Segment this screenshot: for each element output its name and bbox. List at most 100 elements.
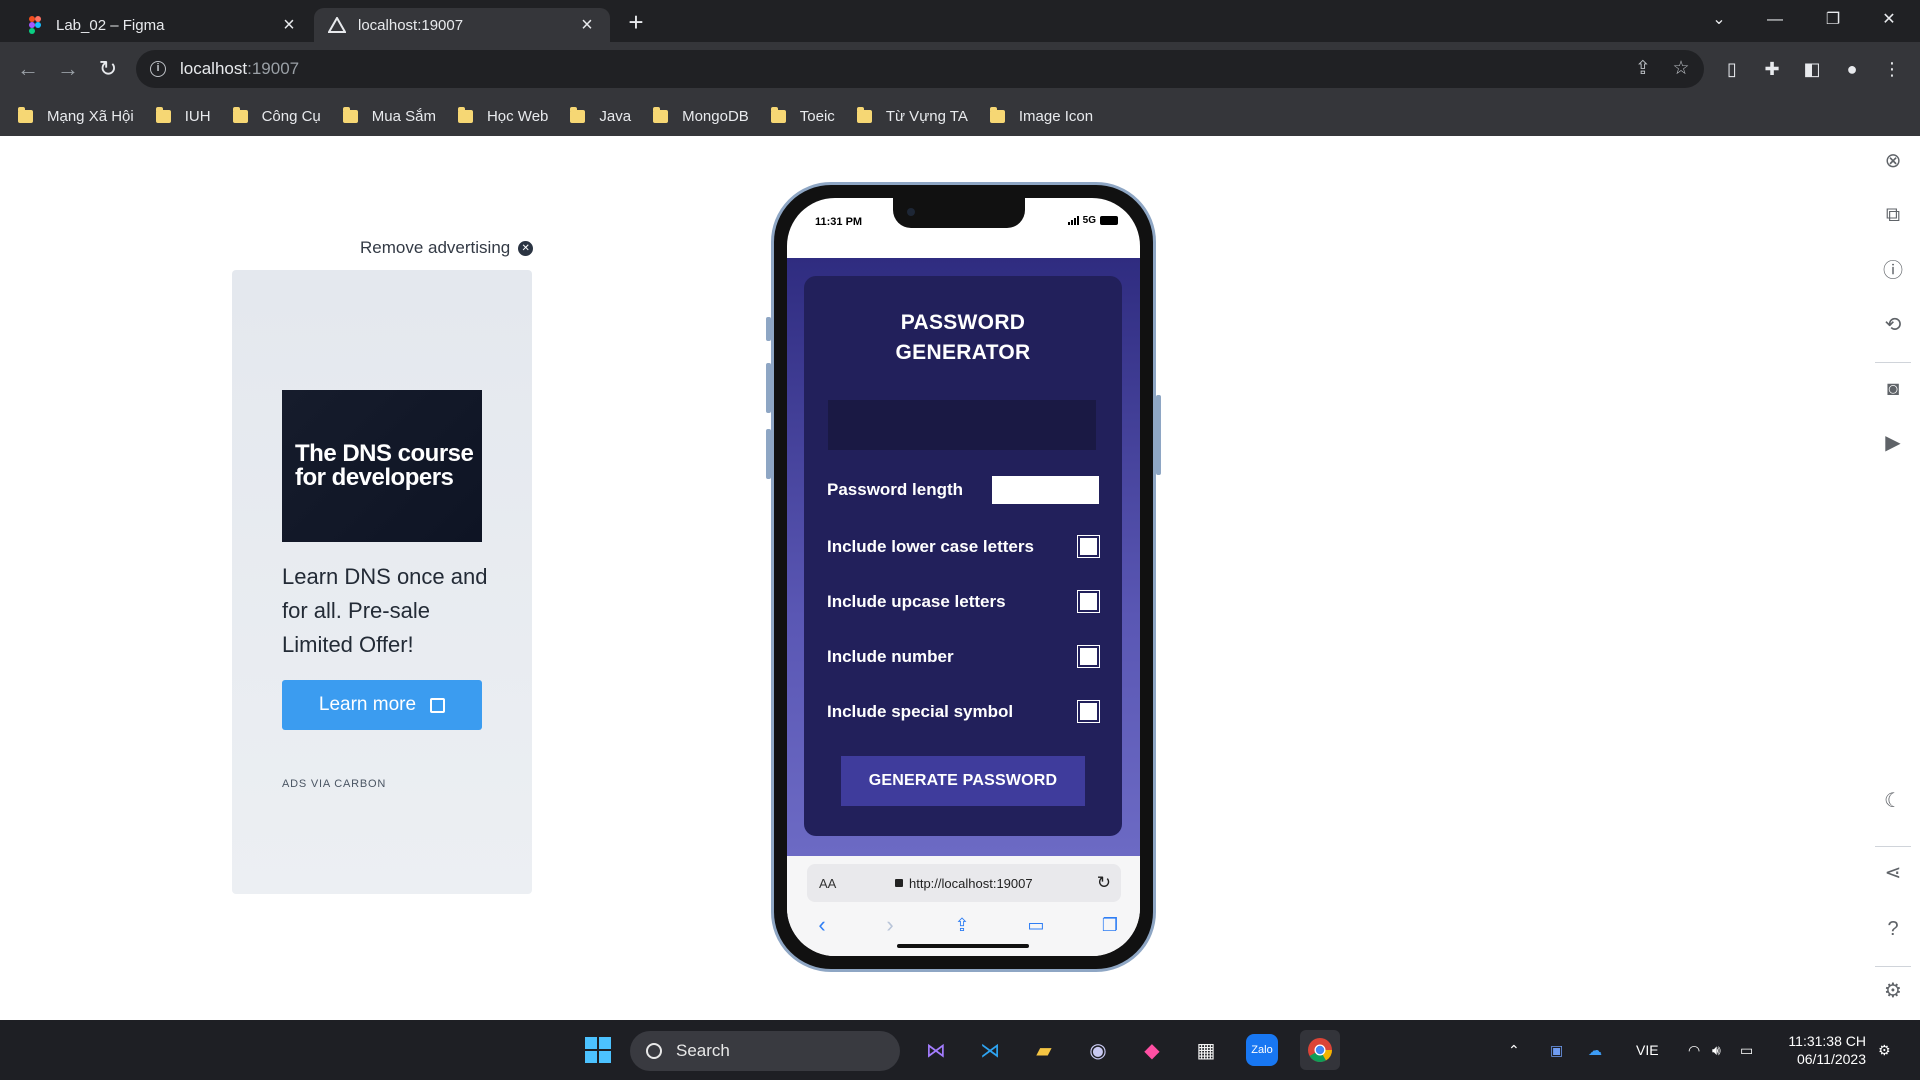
tab-localhost[interactable]: localhost:19007 × <box>314 8 610 42</box>
phone-side-button <box>1156 395 1161 475</box>
device-toolbar-icon[interactable]: ▯ <box>1716 53 1748 85</box>
onedrive-icon[interactable]: ☁ <box>1588 1020 1602 1080</box>
visual-studio-icon[interactable]: ⋈ <box>916 1030 956 1070</box>
taskbar: Search ⋈ ⋊ ▰ ◉ ◆ ▦ Zalo ⌃ ▣ ☁ VIE ◠ 🔊︎ ▭… <box>0 1020 1920 1080</box>
password-length-row: Password length <box>827 476 1099 504</box>
app-background: PASSWORD GENERATOR Password length Inclu… <box>787 258 1140 856</box>
reload-button[interactable]: ↻ <box>92 53 124 85</box>
tabs-icon[interactable]: ❐ <box>1095 910 1125 940</box>
phone-frame: 11:31 PM 5G PASSWORD GENERATOR Password … <box>766 182 1161 972</box>
notification-icon[interactable]: ⚙ <box>1878 1020 1891 1080</box>
forward-button[interactable]: → <box>52 53 84 85</box>
share-icon[interactable]: ⇪ <box>947 910 977 940</box>
wifi-icon[interactable]: ◠ <box>1688 1020 1700 1080</box>
close-circle-icon[interactable]: ⊗ <box>1878 146 1908 176</box>
intellij-icon[interactable]: ◆ <box>1132 1030 1172 1070</box>
option-lowercase-row: Include lower case letters <box>827 535 1100 558</box>
share-network-icon[interactable]: ⋖ <box>1878 858 1908 888</box>
option-uppercase-row: Include upcase letters <box>827 590 1100 613</box>
bookmark-folder[interactable]: Toeic <box>770 106 835 125</box>
reload-icon[interactable]: ↻ <box>1097 873 1111 893</box>
back-button[interactable]: ← <box>12 53 44 85</box>
tab-title: Lab_02 – Figma <box>56 16 165 34</box>
restore-button[interactable]: ❐ <box>1808 4 1858 36</box>
close-tab-icon[interactable]: × <box>280 15 298 35</box>
option-symbol-row: Include special symbol <box>827 700 1100 723</box>
file-explorer-icon[interactable]: ▰ <box>1024 1030 1064 1070</box>
extensions-icon[interactable]: ✚ <box>1756 53 1788 85</box>
help-icon[interactable]: ? <box>1878 914 1908 944</box>
password-length-input[interactable] <box>992 476 1099 504</box>
zalo-icon[interactable]: Zalo <box>1246 1034 1278 1066</box>
share-icon[interactable]: ⇪ <box>1626 50 1660 88</box>
close-window-button[interactable]: ✕ <box>1864 4 1914 36</box>
forward-icon[interactable]: › <box>875 910 905 940</box>
uppercase-checkbox[interactable] <box>1077 590 1100 613</box>
tab-figma[interactable]: Lab_02 – Figma × <box>12 8 312 42</box>
browser-toolbar: ← → ↻ i localhost:19007 ⇪ ☆ ▯ ✚ ◧ ● ⋮ <box>0 42 1920 96</box>
site-info-icon[interactable]: i <box>150 61 166 77</box>
bookmark-folder[interactable]: Java <box>570 106 631 125</box>
bookmark-folder[interactable]: Mạng Xã Hội <box>18 106 134 125</box>
folder-icon <box>232 106 248 123</box>
chrome-icon[interactable] <box>1300 1030 1340 1070</box>
close-circle-icon[interactable]: ✕ <box>518 240 534 256</box>
folder-icon <box>18 106 33 123</box>
info-icon[interactable]: ⓘ <box>1878 256 1908 286</box>
store-icon[interactable]: ▦ <box>1186 1030 1226 1070</box>
show-hidden-icons[interactable]: ⌃ <box>1508 1020 1520 1080</box>
safari-bar: AA http://localhost:19007 ↻ ‹ › ⇪ ▭ ❐ <box>787 856 1140 956</box>
remove-advertising-link[interactable]: Remove advertising ✕ <box>360 238 534 258</box>
battery-icon[interactable]: ▭ <box>1740 1020 1753 1080</box>
number-checkbox[interactable] <box>1077 645 1100 668</box>
address-bar[interactable]: i localhost:19007 <box>136 50 1704 88</box>
new-tab-button[interactable]: + <box>622 8 650 36</box>
symbol-checkbox[interactable] <box>1077 700 1100 723</box>
bookmark-folder[interactable]: Công Cụ <box>232 106 321 125</box>
text-size-button[interactable]: AA <box>819 876 836 891</box>
minimize-button[interactable]: — <box>1750 4 1800 36</box>
bookmark-folder[interactable]: Mua Sắm <box>342 106 436 125</box>
camera-icon <box>907 208 915 216</box>
profile-icon[interactable]: ● <box>1836 53 1868 85</box>
password-output[interactable] <box>828 400 1096 450</box>
battery-icon <box>1100 216 1118 225</box>
bookmark-folder[interactable]: Từ Vựng TA <box>856 106 968 125</box>
app-title: PASSWORD GENERATOR <box>895 311 1031 364</box>
settings-gear-icon[interactable]: ⚙ <box>1878 976 1908 1006</box>
lowercase-checkbox[interactable] <box>1077 535 1100 558</box>
bookmark-star-icon[interactable]: ☆ <box>1664 50 1698 88</box>
bookmarks-icon[interactable]: ▭ <box>1021 910 1051 940</box>
generate-password-button[interactable]: GENERATE PASSWORD <box>841 756 1085 806</box>
ads-via-carbon[interactable]: ADS VIA CARBON <box>282 778 386 790</box>
dark-mode-icon[interactable]: ☾ <box>1878 786 1908 816</box>
windows-start-icon[interactable] <box>578 1030 618 1070</box>
ad-image[interactable]: The DNS course for developers <box>282 390 482 542</box>
responsive-devices-icon[interactable]: ⧉ <box>1878 200 1908 230</box>
signal-icon <box>1067 216 1080 225</box>
rotate-icon[interactable]: ⟲ <box>1878 310 1908 340</box>
tray-app-icon[interactable]: ▣ <box>1550 1020 1563 1080</box>
bookmark-folder[interactable]: IUH <box>155 106 211 125</box>
back-icon[interactable]: ‹ <box>807 910 837 940</box>
safari-address-bar[interactable]: AA http://localhost:19007 ↻ <box>807 864 1121 902</box>
tab-title: localhost:19007 <box>358 16 464 34</box>
close-tab-icon[interactable]: × <box>578 15 596 35</box>
language-indicator[interactable]: VIE <box>1636 1020 1659 1080</box>
tab-search-icon[interactable]: ⌄ <box>1694 4 1744 36</box>
vscode-icon[interactable]: ⋊ <box>970 1030 1010 1070</box>
page-content: Remove advertising ✕ The DNS course for … <box>0 136 1920 1020</box>
volume-icon[interactable]: 🔊︎ <box>1712 1020 1721 1080</box>
video-icon[interactable]: ▶ <box>1878 428 1908 458</box>
learn-more-button[interactable]: Learn more <box>282 680 482 730</box>
taskbar-search[interactable]: Search <box>630 1031 900 1071</box>
side-panel-icon[interactable]: ◧ <box>1796 53 1828 85</box>
external-link-icon <box>430 697 446 713</box>
menu-icon[interactable]: ⋮ <box>1876 53 1908 85</box>
bookmark-folder[interactable]: MongoDB <box>653 106 749 125</box>
bookmark-folder[interactable]: Image Icon <box>989 106 1093 125</box>
eclipse-icon[interactable]: ◉ <box>1078 1030 1118 1070</box>
clock[interactable]: 11:31:38 CH 06/11/2023 <box>1780 1032 1866 1068</box>
bookmark-folder[interactable]: Học Web <box>457 106 548 125</box>
camera-icon[interactable]: ◙ <box>1878 374 1908 404</box>
